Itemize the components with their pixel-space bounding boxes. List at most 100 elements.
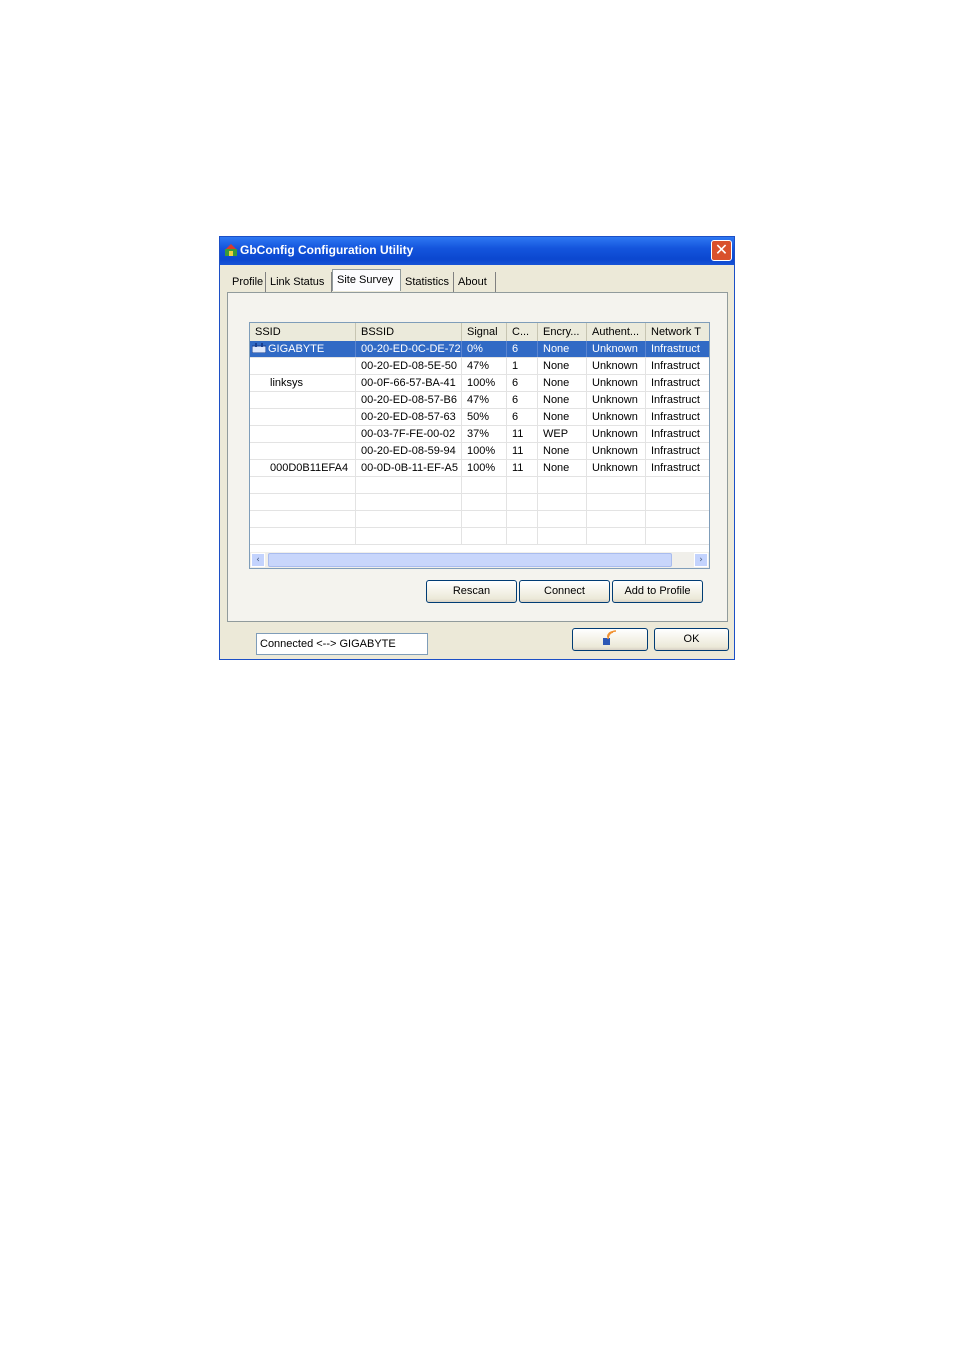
cell-network (646, 528, 709, 544)
cell-channel: 11 (507, 443, 538, 459)
cell-text: GIGABYTE (268, 343, 325, 355)
cell-network (646, 477, 709, 493)
cell-ssid (250, 392, 356, 408)
cell-encryption (538, 494, 587, 510)
cell-text: Infrastruct (651, 360, 700, 372)
table-row[interactable] (250, 511, 709, 528)
column-header-bssid[interactable]: BSSID (356, 323, 462, 341)
cell-text: None (543, 411, 570, 423)
cell-network: Infrastruct (646, 443, 709, 459)
cell-channel: 6 (507, 409, 538, 425)
cell-signal: 100% (462, 375, 507, 391)
table-row[interactable]: 00-20-ED-08-57-63 50% 6 None Unknown Infrastr… (250, 409, 709, 426)
table-row[interactable]: linksys 00-0F-66-57-BA-41 100% 6 None Unknown… (250, 375, 709, 392)
cell-encryption: None (538, 375, 587, 391)
tab-about[interactable]: About (454, 272, 496, 292)
cell-network: Infrastruct (646, 341, 709, 357)
cell-text: Unknown (592, 377, 638, 389)
table-row[interactable]: 000D0B11EFA4 00-0D-0B-11-EF-A5 100% 11 None U… (250, 460, 709, 477)
column-header-encryption[interactable]: Encry... (538, 323, 587, 341)
network-list[interactable]: SSID BSSID Signal C... Encry... Authent.… (249, 322, 710, 569)
table-row[interactable] (250, 528, 709, 545)
cell-text: 6 (512, 411, 519, 423)
config-window: GbConfig Configuration Utility ✕ Profile… (219, 236, 735, 660)
cell-encryption: None (538, 392, 587, 408)
app-icon (225, 244, 237, 256)
cell-channel: 1 (507, 358, 538, 374)
cell-network: Infrastruct (646, 409, 709, 425)
cell-encryption: None (538, 358, 587, 374)
cell-text: Unknown (592, 394, 638, 406)
table-row[interactable]: GIGABYTE 00-20-ED-0C-DE-72 0% 6 None Unknown I… (250, 341, 709, 358)
cell-text: linksys (270, 377, 304, 389)
cell-text: None (543, 462, 570, 474)
cell-text: 0% (467, 343, 483, 355)
column-header-channel[interactable]: C... (507, 323, 538, 341)
cell-auth: Unknown (587, 426, 646, 442)
rescan-button[interactable]: Rescan (426, 580, 517, 603)
table-row[interactable]: 00-20-ED-08-5E-50 47% 1 None Unknown Infrastr… (250, 358, 709, 375)
tab-site-survey[interactable]: Site Survey (332, 269, 401, 291)
connected-icon (252, 343, 266, 353)
scrollbar-thumb[interactable] (268, 553, 672, 567)
cell-ssid (250, 443, 356, 459)
cell-text: None (543, 445, 570, 457)
cell-auth: Unknown (587, 358, 646, 374)
cell-text: 00-0F-66-57-BA-41 (361, 377, 456, 389)
cell-text: Infrastruct (651, 411, 700, 423)
chevron-right-icon[interactable]: › (694, 553, 708, 567)
column-header-signal[interactable]: Signal (462, 323, 507, 341)
cell-signal (462, 528, 507, 544)
column-header-ssid[interactable]: SSID (250, 323, 356, 341)
cell-text: 100% (467, 377, 496, 389)
cell-channel: 6 (507, 341, 538, 357)
cell-signal: 50% (462, 409, 507, 425)
table-row[interactable] (250, 477, 709, 494)
cell-text: None (543, 377, 570, 389)
table-row[interactable] (250, 494, 709, 511)
cell-network: Infrastruct (646, 426, 709, 442)
cell-network: Infrastruct (646, 375, 709, 391)
table-row[interactable]: 00-03-7F-FE-00-02 37% 11 WEP Unknown Infrastr… (250, 426, 709, 443)
cell-ssid (250, 409, 356, 425)
title-bar[interactable]: GbConfig Configuration Utility ✕ (220, 237, 734, 265)
cell-ssid (250, 358, 356, 374)
ok-button[interactable]: OK (654, 628, 729, 651)
close-button[interactable]: ✕ (711, 240, 732, 261)
cell-text: Infrastruct (651, 394, 700, 406)
table-row[interactable]: 00-20-ED-08-57-B6 47% 6 None Unknown Infrastr… (250, 392, 709, 409)
cell-signal (462, 494, 507, 510)
cell-auth: Unknown (587, 392, 646, 408)
cell-text: Unknown (592, 411, 638, 423)
column-header-authentication[interactable]: Authent... (587, 323, 646, 341)
cell-signal: 47% (462, 392, 507, 408)
site-survey-panel: SSID BSSID Signal C... Encry... Authent.… (227, 292, 728, 655)
tray-button[interactable] (572, 628, 648, 651)
cell-text: 100% (467, 445, 496, 457)
tab-profile[interactable]: Profile (228, 272, 266, 292)
connect-button[interactable]: Connect (519, 580, 610, 603)
cell-network (646, 511, 709, 527)
cell-encryption (538, 477, 587, 493)
cell-text: WEP (543, 428, 569, 440)
cell-auth: Unknown (587, 460, 646, 476)
cell-bssid: 00-20-ED-08-5E-50 (356, 358, 462, 374)
column-header-network-type[interactable]: Network T (646, 323, 709, 341)
list-header: SSID BSSID Signal C... Encry... Authent.… (250, 323, 709, 342)
cell-text: Unknown (592, 445, 638, 457)
cell-text: 100% (467, 462, 496, 474)
cell-encryption: None (538, 341, 587, 357)
chevron-left-icon[interactable]: ‹ (251, 553, 265, 567)
cell-text: 6 (512, 377, 519, 389)
tab-statistics[interactable]: Statistics (401, 272, 454, 292)
table-row[interactable]: 00-20-ED-08-59-94 100% 11 None Unknown Infras… (250, 443, 709, 460)
cell-text: 11 (512, 445, 524, 457)
add-to-profile-button[interactable]: Add to Profile (612, 580, 703, 603)
cell-bssid: 00-0D-0B-11-EF-A5 (356, 460, 462, 476)
cell-encryption: None (538, 409, 587, 425)
cell-text: 6 (512, 343, 519, 355)
horizontal-scrollbar[interactable]: ‹ › (250, 552, 709, 568)
cell-bssid: 00-20-ED-08-59-94 (356, 443, 462, 459)
tab-link-status[interactable]: Link Status (266, 272, 332, 292)
cell-bssid: 00-20-ED-08-57-B6 (356, 392, 462, 408)
